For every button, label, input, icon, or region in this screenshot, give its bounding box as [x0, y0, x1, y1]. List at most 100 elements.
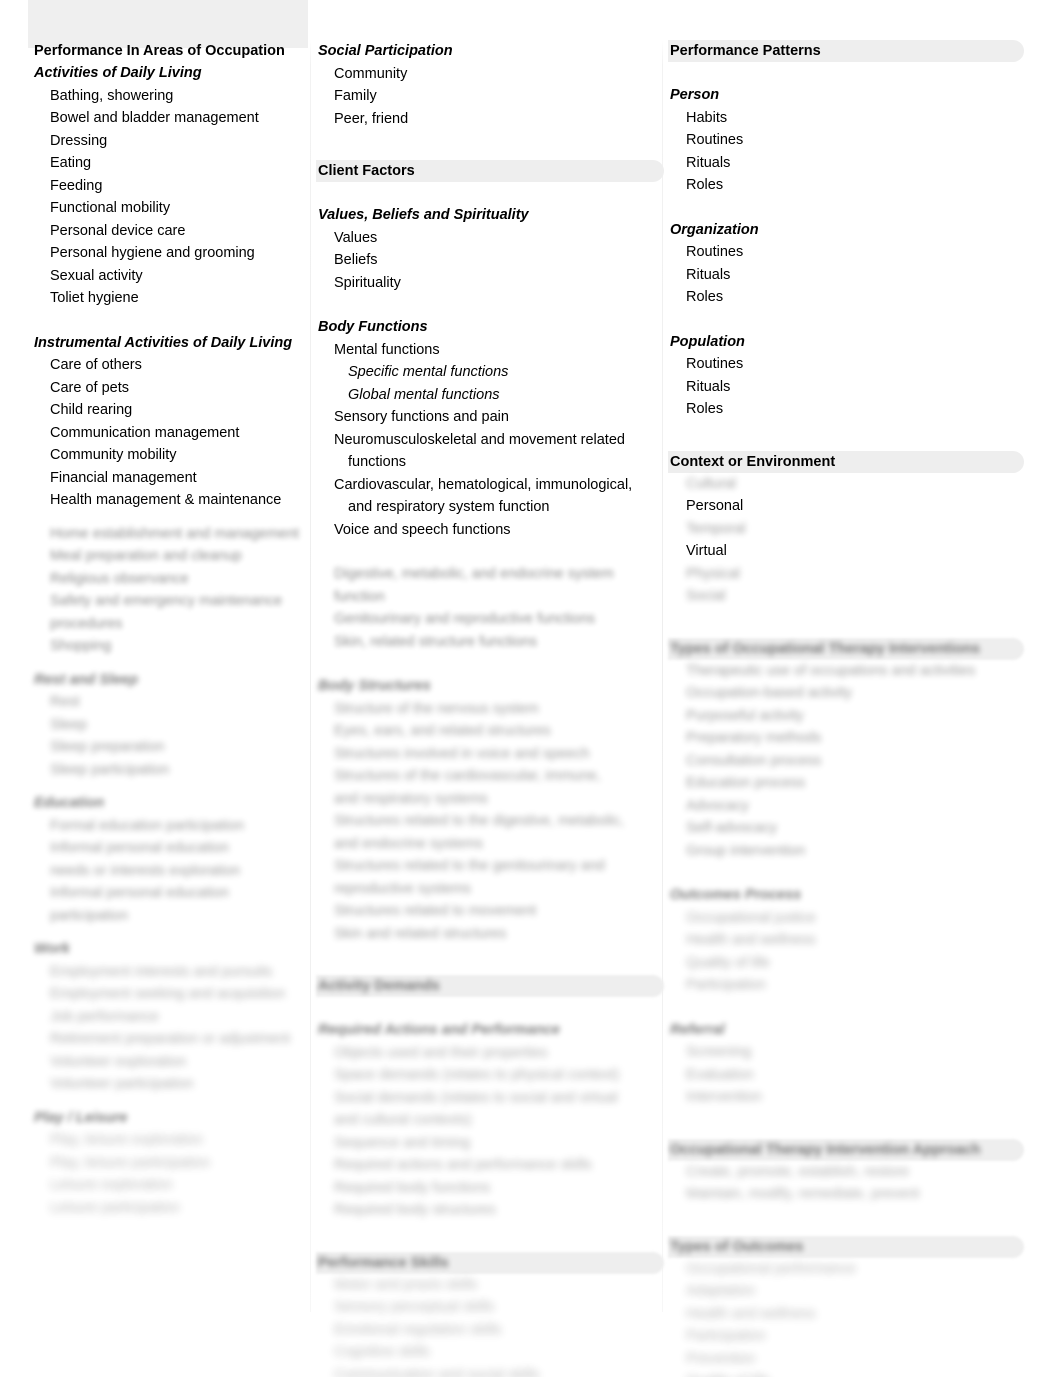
- section-block-activity-demands: Activity Demands: [316, 975, 664, 997]
- list-item: Sleep preparation: [50, 739, 165, 755]
- list-item: Specific mental functions: [348, 364, 509, 380]
- list-item: Neuromusculoskeletal and movement relate…: [334, 431, 625, 448]
- group-heading-population: Population: [670, 333, 745, 350]
- list-item: Religious observance: [50, 570, 189, 587]
- list-item: and respiratory system function: [348, 499, 550, 515]
- list-item: Sensory functions and pain: [334, 409, 509, 425]
- group-heading-social-participation: Social Participation: [318, 43, 453, 59]
- list-item: Roles: [686, 177, 724, 193]
- list-item: Care of pets: [50, 379, 129, 396]
- list-item: Sleep participation: [50, 761, 170, 778]
- list-item: Financial management: [50, 469, 197, 486]
- list-item: functions: [348, 454, 407, 470]
- list-item: Play, leisure participation: [50, 1154, 211, 1171]
- list-item: Bathing, showering: [50, 87, 174, 104]
- section-block-context-or-environment: Context or Environment: [668, 450, 1024, 473]
- list-item: reproductive systems: [334, 880, 471, 897]
- group-heading-outcomes-process: Outcomes Process: [670, 887, 802, 903]
- list-item: Formal education participation: [50, 817, 245, 834]
- section-heading-activity-demands: Activity Demands: [318, 978, 440, 994]
- list-item: Participation: [686, 1328, 766, 1344]
- list-item: Bowel and bladder management: [50, 110, 259, 126]
- framework-chart-page: Framework Chart Performance In Areas of …: [0, 0, 1062, 1377]
- list-item: Beliefs: [334, 252, 378, 268]
- list-item: Health and wellness: [686, 932, 816, 948]
- list-item: Participation: [686, 977, 766, 993]
- list-item: Home establishment and management: [50, 525, 300, 542]
- list-item: Motor and praxis skills: [334, 1276, 478, 1293]
- list-item: Voice and speech functions: [334, 521, 511, 538]
- group-heading-referral: Referral: [670, 1021, 725, 1038]
- list-item: Communication and social skills: [334, 1366, 540, 1377]
- section-heading-occupational-therapy-intervention-approach: Occupational Therapy Intervention Approa…: [670, 1141, 981, 1158]
- list-item: Informal personal education: [50, 840, 229, 856]
- list-item: Quality of life: [670, 1370, 1022, 1377]
- section-heading-performance-skills: Performance Skills: [318, 1254, 449, 1271]
- section-block-performance-skills: Performance Skills: [316, 1251, 664, 1274]
- section-heading-performance-patterns: Performance Patterns: [670, 43, 821, 59]
- column-separator-1: [310, 40, 311, 1312]
- list-item: Play, leisure exploration: [50, 1132, 203, 1148]
- list-item: Personal device care: [50, 222, 186, 239]
- group-heading-education: Education: [34, 795, 105, 811]
- column-separator-2: [662, 40, 663, 1312]
- list-item: Structures involved in voice and speech: [334, 745, 590, 762]
- list-item: function: [334, 588, 385, 605]
- list-item: Shopping: [50, 638, 112, 654]
- list-item: Quality of life: [686, 954, 770, 971]
- section-block-types-of-occupational-therapy-interventions: Types of Occupational Therapy Interventi…: [668, 637, 1024, 660]
- list-item: Communication management: [50, 424, 240, 441]
- list-item: Employment seeking and acquisition: [50, 986, 286, 1002]
- list-item: Self-advocacy: [686, 820, 778, 836]
- list-item: Cultural: [686, 475, 736, 492]
- group-heading-work: Work: [34, 941, 70, 957]
- list-item: Sequence and timing: [334, 1134, 471, 1151]
- list-item: Volunteer participation: [50, 1076, 194, 1092]
- section-heading-context-or-environment: Context or Environment: [670, 453, 836, 470]
- list-item: Consultation process: [686, 752, 822, 769]
- list-item: Sleep: [50, 716, 88, 733]
- list-item: Required body functions: [334, 1179, 491, 1196]
- section-block-types-of-outcomes: Types of Outcomes: [668, 1235, 1024, 1258]
- list-item: Functional mobility: [50, 200, 171, 216]
- list-item: Virtual: [686, 543, 727, 559]
- list-item: Adaptation: [686, 1283, 756, 1299]
- list-item: Health and wellness: [686, 1305, 816, 1322]
- group-heading-body-structures: Body Structures: [318, 678, 431, 694]
- list-item: Preparatory methods: [686, 730, 822, 746]
- group-heading-instrumental-activities-of-daily-living: Instrumental Activities of Daily Living: [34, 334, 293, 351]
- list-item: Routines: [686, 356, 744, 372]
- list-item: Social demands (relates to social and vi…: [334, 1089, 618, 1106]
- list-item: needs or interests exploration: [50, 862, 241, 879]
- list-item: Group intervention: [686, 842, 806, 859]
- list-item: Personal hygiene and grooming: [50, 245, 255, 261]
- list-item: Peer, friend: [334, 110, 409, 127]
- list-item: Roles: [686, 401, 724, 417]
- section-heading-client-factors: Client Factors: [318, 163, 415, 179]
- group-heading-organization: Organization: [670, 221, 759, 238]
- list-item: Required actions and performance skills: [334, 1157, 592, 1173]
- list-item: Volunteer exploration: [50, 1053, 187, 1070]
- list-item: Retirement preparation or adjustment: [50, 1031, 291, 1047]
- list-item: Skin and related structures: [334, 925, 507, 942]
- list-item: Occupational performance: [686, 1260, 857, 1277]
- list-item: Habits: [686, 109, 728, 126]
- group-heading-body-functions: Body Functions: [318, 319, 428, 335]
- list-item: Feeding: [50, 177, 103, 194]
- list-item: Purposeful activity: [686, 707, 804, 724]
- list-item: Sexual activity: [50, 267, 143, 284]
- section-heading-types-of-outcomes: Types of Outcomes: [670, 1238, 804, 1255]
